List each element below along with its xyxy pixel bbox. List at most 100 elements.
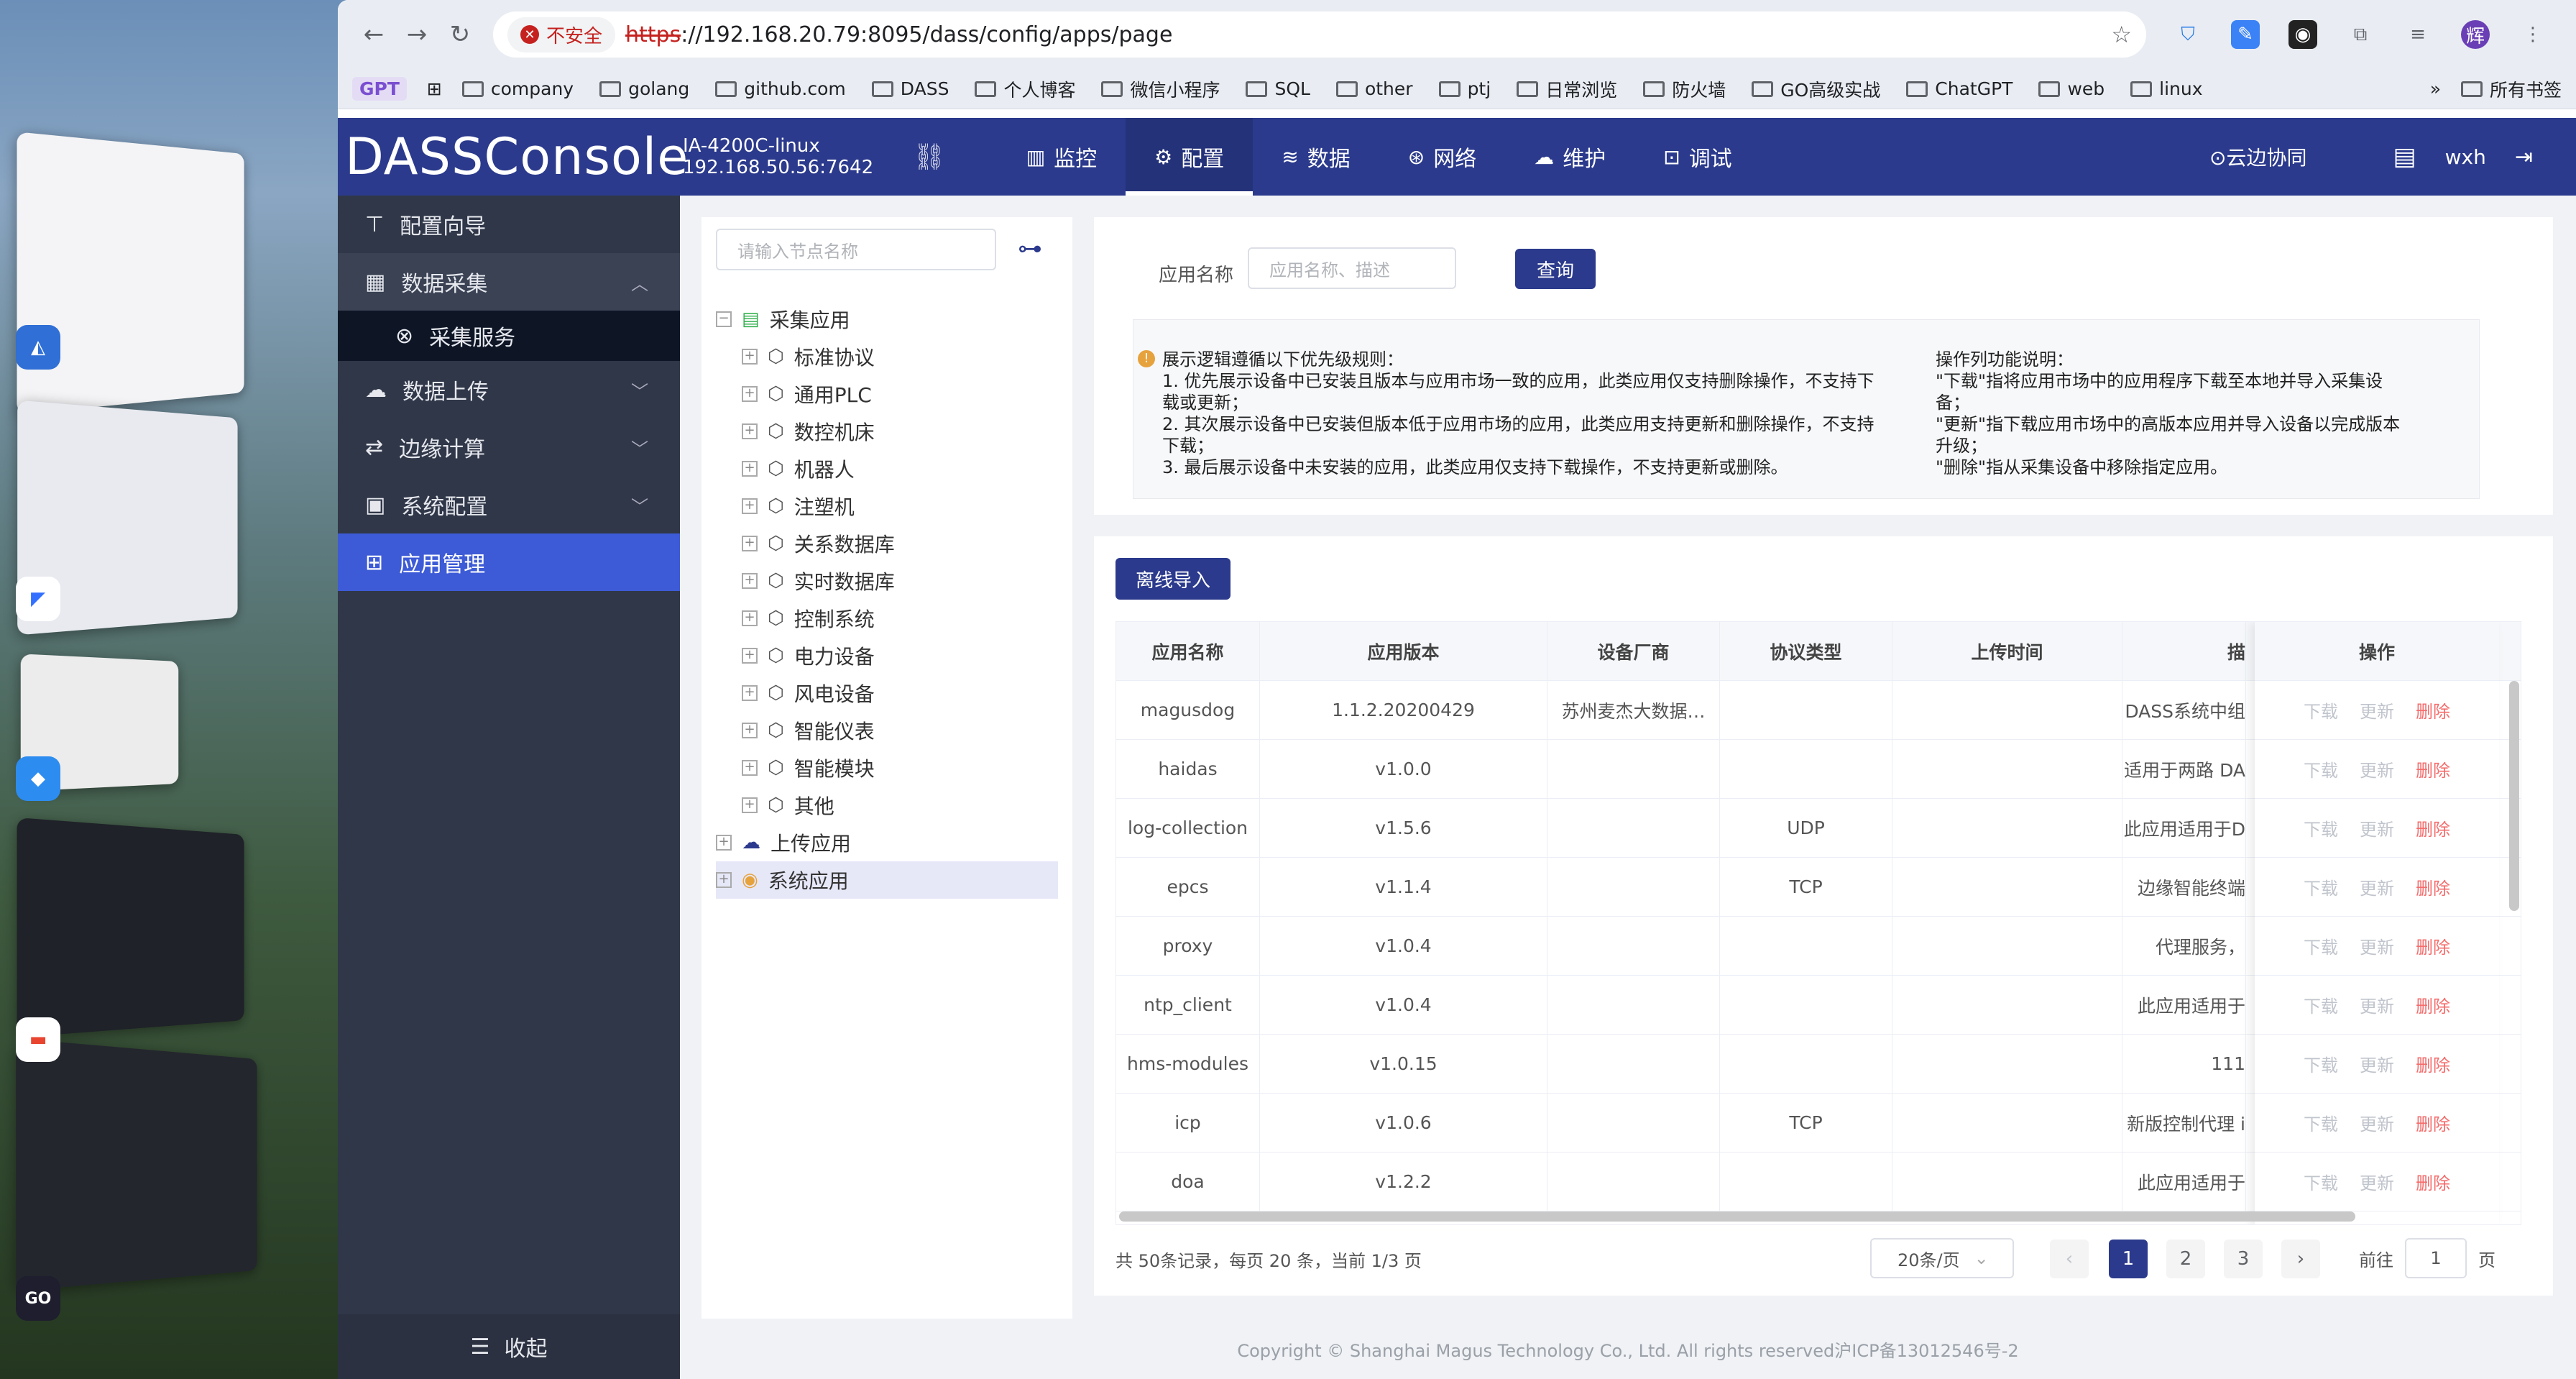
sidebar-item-data-upload[interactable]: ☁ 数据上传 ﹀ (338, 361, 680, 418)
tree-node-child[interactable]: + ⬡ 标准协议 (742, 338, 875, 375)
page-button-1[interactable]: 1 (2109, 1240, 2148, 1278)
sidebar-item-collect-service[interactable]: ⊗ 采集服务 (338, 311, 680, 361)
tree-node-child[interactable]: + ⬡ 数控机床 (742, 413, 875, 450)
delete-link[interactable]: 删除 (2416, 1051, 2450, 1076)
download-link[interactable]: 下载 (2304, 1110, 2338, 1135)
delete-link[interactable]: 删除 (2416, 874, 2450, 899)
bookmark-item[interactable]: GO高级实战 (1752, 76, 1880, 102)
update-link[interactable]: 更新 (2360, 697, 2394, 723)
tree-node-system[interactable]: + ◉ 系统应用 (716, 861, 1058, 899)
app-shark-icon[interactable]: ◭ (16, 325, 60, 370)
tampermonkey-icon[interactable]: ◉ (2288, 20, 2317, 49)
tree-node-child[interactable]: + ⬡ 电力设备 (742, 637, 875, 674)
delete-link[interactable]: 删除 (2416, 933, 2450, 958)
puzzle-icon[interactable]: ⧉ (2346, 20, 2375, 49)
download-link[interactable]: 下载 (2304, 1051, 2338, 1076)
bookmarks-more-icon[interactable]: » (2430, 78, 2441, 99)
tree-node-child[interactable]: + ⬡ 关系数据库 (742, 525, 895, 562)
vertical-scrollbar[interactable] (2509, 681, 2519, 911)
bookmark-item[interactable]: 防火墙 (1643, 76, 1726, 102)
tree-node-child[interactable]: + ⬡ 注塑机 (742, 487, 855, 525)
tree-node-child[interactable]: + ⬡ 智能仪表 (742, 712, 875, 749)
reload-icon[interactable]: ↻ (438, 13, 482, 56)
tree-node-upload[interactable]: + ☁ 上传应用 (716, 824, 851, 861)
update-link[interactable]: 更新 (2360, 874, 2394, 899)
download-link[interactable]: 下载 (2304, 697, 2338, 723)
bookmark-item[interactable]: other (1335, 76, 1413, 102)
nav-tab-1[interactable]: ⚙ 配置 (1126, 118, 1254, 196)
sidebar-item-data-collect[interactable]: ▦ 数据采集 ︿ (338, 253, 680, 311)
bookmark-item[interactable]: ChatGPT (1906, 76, 2012, 102)
window-thumbnail-4[interactable] (17, 817, 244, 1038)
nav-tab-0[interactable]: ▥ 监控 (998, 118, 1126, 196)
nav-tab-5[interactable]: ⊡ 调试 (1634, 118, 1760, 196)
update-link[interactable]: 更新 (2360, 1169, 2394, 1194)
app-feather-icon[interactable]: ◆ (16, 756, 60, 801)
delete-link[interactable]: 删除 (2416, 1169, 2450, 1194)
tree-node-child[interactable]: + ⬡ 风电设备 (742, 674, 875, 712)
tree-options-icon[interactable]: ⊶ (1018, 234, 1042, 263)
expand-toggle-icon[interactable]: + (742, 498, 758, 514)
bookmark-item[interactable]: DASS (871, 76, 949, 102)
address-bar[interactable]: ✕ 不安全 https://192.168.20.79:8095/dass/con… (493, 12, 2146, 58)
expand-toggle-icon[interactable]: + (742, 423, 758, 439)
expand-toggle-icon[interactable]: + (742, 760, 758, 776)
username[interactable]: wxh (2445, 145, 2486, 169)
delete-link[interactable]: 删除 (2416, 815, 2450, 840)
logout-icon[interactable]: ⇥ (2515, 145, 2533, 170)
expand-toggle-icon[interactable]: + (742, 648, 758, 664)
delete-link[interactable]: 删除 (2416, 992, 2450, 1017)
star-icon[interactable]: ☆ (2111, 21, 2132, 48)
bookmark-item[interactable]: golang (599, 76, 689, 102)
tree-node-child[interactable]: + ⬡ 机器人 (742, 450, 855, 487)
shield-extension-icon[interactable]: ⛉ (2174, 20, 2202, 49)
expand-toggle-icon[interactable]: + (742, 610, 758, 626)
expand-toggle-icon[interactable]: + (742, 349, 758, 365)
nav-tab-2[interactable]: ≋ 数据 (1253, 118, 1379, 196)
profile-avatar[interactable]: 辉 (2461, 20, 2490, 49)
page-button-3[interactable]: 3 (2224, 1240, 2263, 1278)
expand-toggle-icon[interactable]: + (742, 461, 758, 477)
app-goland-icon[interactable]: GO (16, 1276, 60, 1321)
update-link[interactable]: 更新 (2360, 1051, 2394, 1076)
tree-node-root[interactable]: − ▤ 采集应用 (716, 301, 850, 338)
expand-toggle-icon[interactable]: + (742, 386, 758, 402)
bookmark-item[interactable]: github.com (715, 76, 846, 102)
delete-link[interactable]: 删除 (2416, 756, 2450, 782)
insecure-badge[interactable]: ✕ 不安全 (507, 17, 616, 52)
tree-node-child[interactable]: + ⬡ 其他 (742, 787, 834, 824)
expand-toggle-icon[interactable]: + (742, 723, 758, 738)
update-link[interactable]: 更新 (2360, 933, 2394, 958)
cloud-edge-link[interactable]: ⊙云边协同 (2209, 142, 2306, 171)
sidebar-item-app-manage[interactable]: ⊞ 应用管理 (338, 533, 680, 591)
all-bookmarks[interactable]: 所有书签 (2460, 76, 2562, 102)
delete-link[interactable]: 删除 (2416, 1110, 2450, 1135)
download-link[interactable]: 下载 (2304, 1169, 2338, 1194)
app-name-input[interactable]: 应用名称、描述 (1248, 247, 1456, 289)
horizontal-scrollbar[interactable] (1119, 1211, 2355, 1222)
menu-icon[interactable]: ⋮ (2518, 20, 2547, 49)
settings-doc-icon[interactable]: ▤ (2393, 142, 2416, 171)
goto-page-input[interactable]: 1 (2405, 1238, 2467, 1278)
offline-import-button[interactable]: 离线导入 (1116, 558, 1230, 600)
tree-node-child[interactable]: + ⬡ 通用PLC (742, 375, 872, 413)
bookmark-item[interactable]: 日常浏览 (1517, 76, 1617, 102)
delete-link[interactable]: 删除 (2416, 697, 2450, 723)
expand-toggle-icon[interactable]: + (716, 835, 732, 851)
bookmark-item[interactable]: 微信小程序 (1101, 76, 1220, 102)
app-red-icon[interactable]: ▬ (16, 1017, 60, 1062)
forward-icon[interactable]: → (395, 13, 438, 56)
gpt-bookmark[interactable]: GPT (352, 77, 407, 101)
translate-extension-icon[interactable]: ✎ (2231, 20, 2260, 49)
expand-toggle-icon[interactable]: + (742, 685, 758, 701)
apps-grid-icon[interactable]: ⊞ (427, 78, 442, 99)
bookmark-item[interactable]: linux (2130, 76, 2203, 102)
bookmark-item[interactable]: 个人博客 (975, 76, 1075, 102)
bookmark-item[interactable]: web (2038, 76, 2104, 102)
expand-toggle-icon[interactable]: + (742, 797, 758, 813)
expand-toggle-icon[interactable]: + (716, 872, 732, 888)
sidebar-item-wizard[interactable]: ⊤ 配置向导 (338, 196, 680, 253)
expand-toggle-icon[interactable]: + (742, 536, 758, 551)
download-link[interactable]: 下载 (2304, 933, 2338, 958)
expand-toggle-icon[interactable]: + (742, 573, 758, 589)
